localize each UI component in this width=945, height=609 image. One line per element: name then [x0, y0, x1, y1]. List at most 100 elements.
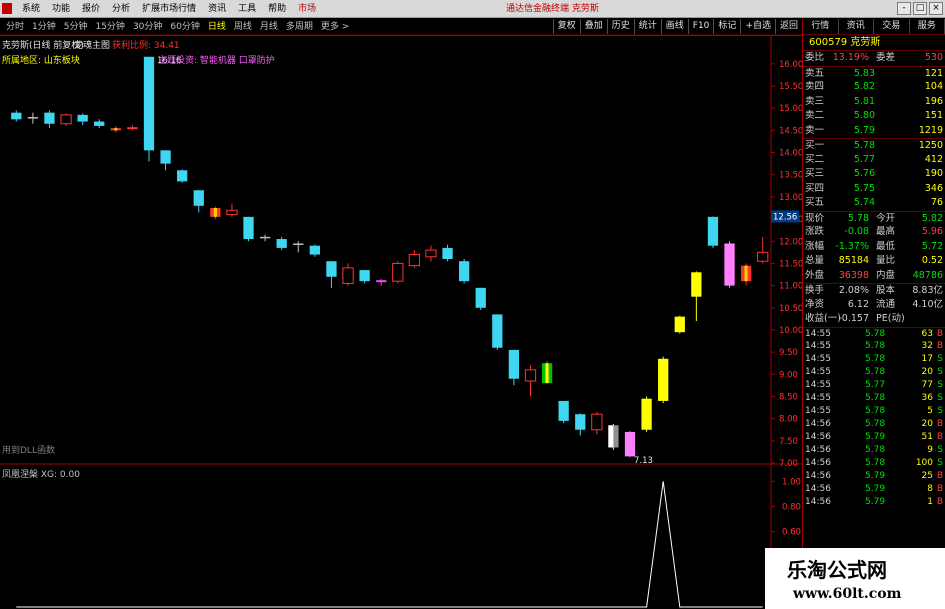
- tick-time: 14:55: [805, 366, 831, 377]
- price-tick-label: 14.50: [779, 126, 802, 136]
- menu-item[interactable]: 资讯: [202, 2, 232, 16]
- quote-row: 涨跌 -0.08 最高 5.96: [803, 225, 945, 240]
- indicator-tick-label: 0.80: [782, 502, 801, 512]
- candle-body: [177, 170, 188, 182]
- indicator-tick-label: 1.00: [782, 477, 801, 487]
- quote-label: 涨跌: [805, 226, 825, 237]
- price-tick-label: 13.00: [779, 193, 802, 203]
- quote-label: 外盘: [805, 269, 825, 281]
- candle-body: [475, 287, 486, 308]
- orderbook-volume: 104: [924, 81, 943, 92]
- orderbook-row: 买二 5.77 412: [803, 153, 945, 168]
- tool-button[interactable]: 复权: [552, 19, 580, 34]
- orderbook-label: 卖三: [805, 95, 825, 107]
- period-tab[interactable]: 30分钟: [129, 20, 166, 34]
- period-tabs: 分时 1分钟 5分钟 15分钟 30分钟 60分钟 日线 周线 月线 多周期 更多 >: [2, 20, 353, 34]
- tick-row: 14:56 5.79 8 B: [803, 483, 945, 496]
- price-tick-label: 16.00: [779, 60, 802, 70]
- candle-body: [691, 272, 702, 297]
- orderbook-row: 卖五 5.83 121: [803, 65, 945, 81]
- price-tick-label: 8.50: [779, 392, 798, 402]
- orderbook-row: 买四 5.75 346: [803, 182, 945, 197]
- candle-body: [747, 265, 752, 282]
- candle-body: [193, 190, 204, 206]
- period-tab[interactable]: 60分钟: [166, 20, 203, 34]
- tick-price: 5.78: [865, 340, 886, 351]
- orderbook-volume: 1250: [918, 140, 943, 151]
- price-tick-label: 14.00: [779, 149, 802, 159]
- menu-item[interactable]: 报价: [76, 2, 106, 16]
- period-tab[interactable]: 日线: [204, 20, 230, 34]
- orderbook-label: 卖二: [805, 110, 825, 121]
- low-price-label: 7.13: [634, 456, 653, 466]
- period-tab[interactable]: 分时: [2, 20, 28, 34]
- tool-button[interactable]: F10: [687, 19, 714, 34]
- candle-body: [143, 56, 155, 151]
- period-tab[interactable]: 更多 >: [317, 20, 353, 34]
- tick-time: 14:56: [805, 418, 831, 429]
- orderbook-row: 买三 5.76 190: [803, 167, 945, 182]
- period-tab[interactable]: 多周期: [282, 20, 317, 34]
- period-tab[interactable]: 周线: [230, 20, 256, 34]
- main-indicator-name[interactable]: 龙魂主图: [74, 38, 110, 51]
- quote-label: 股本: [876, 285, 896, 296]
- tick-time: 14:55: [805, 405, 831, 416]
- panel-tab[interactable]: 行情: [803, 19, 839, 34]
- candle-body: [213, 208, 218, 217]
- candle-body: [94, 121, 105, 126]
- price-tick-label: 9.00: [779, 370, 798, 380]
- orderbook-row: 卖四 5.82 104: [803, 80, 945, 95]
- orderbook-price: 5.75: [853, 182, 875, 194]
- close-button[interactable]: ×: [929, 2, 943, 15]
- menu-item[interactable]: 市场: [292, 2, 322, 16]
- tick-time: 14:55: [805, 340, 831, 351]
- candle-body: [591, 413, 603, 431]
- tick-direction: S: [937, 392, 943, 403]
- menu-item[interactable]: 功能: [46, 2, 76, 16]
- current-price-tag: 12.56: [773, 212, 797, 222]
- tick-direction: S: [937, 366, 943, 377]
- candle-body: [492, 314, 503, 348]
- quote-row: 总量 85184 量比 0.52: [803, 254, 945, 269]
- panel-tab[interactable]: 交易: [874, 19, 910, 34]
- tool-button[interactable]: 标记: [713, 19, 740, 34]
- period-tab[interactable]: 1分钟: [28, 20, 60, 34]
- tick-direction: S: [937, 457, 943, 468]
- menu-item[interactable]: 工具: [232, 2, 262, 16]
- tool-button[interactable]: 历史: [606, 19, 634, 34]
- menu-item[interactable]: 帮助: [262, 2, 292, 16]
- candle-body: [27, 117, 39, 119]
- panel-tab[interactable]: 资讯: [839, 19, 874, 34]
- candle-body: [342, 267, 354, 284]
- quote-label: 现价: [805, 212, 825, 224]
- minimize-button[interactable]: -: [897, 2, 911, 15]
- kline-chart[interactable]: 16.0015.5015.0014.5014.0013.5013.0012.50…: [0, 35, 802, 609]
- tool-button[interactable]: 叠加: [579, 19, 607, 34]
- quote-label: 换手: [805, 285, 825, 296]
- panel-tab[interactable]: 服务: [910, 19, 945, 34]
- candle-body: [243, 216, 254, 240]
- menu-item[interactable]: 扩展市场行情: [136, 2, 202, 16]
- chart-tools: 复权 叠加 历史 统计 画线 F10 标记 +自选 返回: [552, 19, 802, 34]
- period-tab[interactable]: 15分钟: [91, 20, 128, 34]
- maximize-button[interactable]: □: [913, 2, 927, 15]
- price-tick-label: 11.00: [779, 282, 802, 292]
- indicator-header[interactable]: 凤凰涅槃 XG: 0.00: [2, 467, 80, 480]
- menu-item[interactable]: 分析: [106, 2, 136, 16]
- tick-row: 14:56 5.78 100 S: [803, 457, 945, 470]
- watermark-url: www.60lt.com: [793, 586, 902, 602]
- menu-item[interactable]: 系统: [16, 2, 46, 16]
- candle-body: [757, 251, 769, 262]
- tool-button[interactable]: 画线: [660, 19, 688, 34]
- candle-body: [508, 349, 520, 379]
- quote-value: 85184: [838, 255, 869, 266]
- candle-body: [425, 249, 437, 258]
- candle-body: [674, 316, 685, 333]
- tool-button[interactable]: 统计: [633, 19, 661, 34]
- period-tab[interactable]: 5分钟: [60, 20, 92, 34]
- quote-value: 36398: [838, 269, 869, 281]
- quote-row: 收益(一) -0.157 PE(动): [803, 312, 945, 327]
- period-tab[interactable]: 月线: [256, 20, 282, 34]
- tool-button[interactable]: +自选: [740, 19, 775, 34]
- tool-button[interactable]: 返回: [774, 19, 802, 34]
